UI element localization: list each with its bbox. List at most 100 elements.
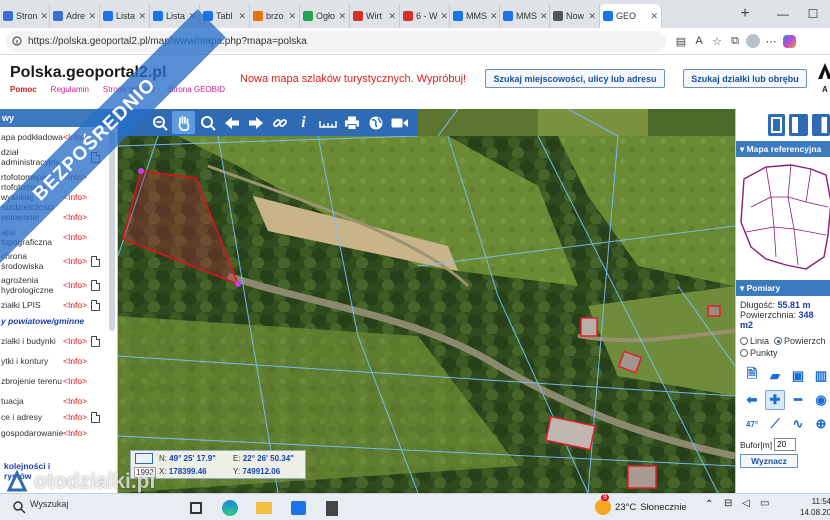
layer-info-link[interactable]: <Info> <box>63 376 91 386</box>
legend-document-icon[interactable] <box>91 279 100 291</box>
layer-name[interactable]: zbrojenie terenu <box>1 376 63 386</box>
legend-document-icon[interactable] <box>91 335 100 347</box>
browser-tab[interactable]: 6 - W ✕ <box>400 4 450 28</box>
profile-avatar[interactable] <box>744 32 762 50</box>
file-explorer-icon[interactable] <box>254 498 274 518</box>
move-vertex-icon[interactable]: ◉ <box>811 390 830 410</box>
copilot-icon[interactable] <box>780 32 798 50</box>
polyline-icon[interactable]: ⟋ <box>765 414 785 434</box>
new-tab-button[interactable]: + <box>733 2 757 26</box>
promo-text[interactable]: Nowa mapa szlaków turystycznych. Wypróbu… <box>240 73 466 85</box>
save-icon[interactable]: ▣ <box>788 366 808 386</box>
layer-info-link[interactable]: <Info> <box>63 256 91 266</box>
buffer-icon[interactable]: ⊕ <box>811 414 830 434</box>
buffer-input[interactable] <box>774 438 797 451</box>
layer-info-link[interactable]: <Info> <box>63 300 91 310</box>
layer-name[interactable]: agrożenia hydrologiczne <box>1 275 63 295</box>
layer-info-link[interactable]: <Info> <box>63 212 91 222</box>
legend-document-icon[interactable] <box>91 411 100 423</box>
browser-tab[interactable]: Now ✕ <box>550 4 600 28</box>
link-icon[interactable] <box>268 111 291 134</box>
browser-tab[interactable]: Lista✕ <box>100 4 150 28</box>
tab-close-icon[interactable]: ✕ <box>588 11 596 22</box>
tab-close-icon[interactable]: ✕ <box>138 11 146 22</box>
tab-close-icon[interactable]: ✕ <box>338 11 346 22</box>
browser-tab[interactable]: Adre ✕ <box>50 4 100 28</box>
orthophoto[interactable] <box>118 136 735 493</box>
tab-close-icon[interactable]: ✕ <box>88 11 96 22</box>
info-icon[interactable]: i <box>292 111 315 134</box>
open-folder-icon[interactable]: ▰ <box>765 366 785 386</box>
store-icon[interactable] <box>288 498 308 518</box>
layer-row[interactable]: ytki i kontury <Info> <box>0 353 117 369</box>
add-vertex-icon[interactable]: ✚ <box>765 390 785 410</box>
layer-name[interactable]: chrona środowiska <box>1 251 63 271</box>
pan-hand-icon[interactable] <box>172 111 195 134</box>
layout-split-icon[interactable] <box>789 114 808 136</box>
layer-name[interactable]: ytki i kontury <box>1 356 63 366</box>
maximize-icon[interactable]: ☐ <box>796 0 830 28</box>
search-icon[interactable] <box>12 500 26 514</box>
tab-close-icon[interactable]: ✕ <box>238 11 246 22</box>
layer-row[interactable]: chrona środowiska <Info> <box>0 249 117 273</box>
layer-name[interactable]: apa podkładowa <box>1 132 63 142</box>
tray-chevron-icon[interactable]: ⌃ <box>705 499 713 510</box>
print-icon[interactable] <box>340 111 363 134</box>
notepad-icon[interactable] <box>322 498 342 518</box>
mode-line-radio[interactable] <box>740 337 748 345</box>
layers-scrollbar[interactable] <box>109 131 115 331</box>
layer-row[interactable]: zbrojenie terenu <Info> <box>0 369 117 393</box>
compute-button[interactable]: Wyznacz <box>740 454 798 468</box>
help-link[interactable]: Pomoc <box>10 85 37 94</box>
layer-info-link[interactable]: <Info> <box>63 356 91 366</box>
search-parcel-button[interactable]: Szukaj działki lub obrębu <box>683 69 807 88</box>
browser-tab[interactable]: brzo ✕ <box>250 4 300 28</box>
layer-row[interactable]: ce i adresy <Info> <box>0 409 117 425</box>
measure-ruler-icon[interactable] <box>316 111 339 134</box>
tab-close-icon[interactable]: ✕ <box>388 11 396 22</box>
layer-info-link[interactable]: <Info> <box>63 396 91 406</box>
tab-close-icon[interactable]: ✕ <box>288 11 296 22</box>
zoom-in-icon[interactable] <box>196 111 219 134</box>
reference-map[interactable] <box>736 157 830 280</box>
mode-area-radio[interactable] <box>774 337 783 345</box>
arrow-left-icon[interactable] <box>220 111 243 134</box>
tab-close-icon[interactable]: ✕ <box>490 11 498 22</box>
video-camera-icon[interactable] <box>388 111 411 134</box>
edge-browser-icon[interactable] <box>220 498 240 518</box>
new-file-icon[interactable]: 🗎 <box>742 366 762 386</box>
globe-icon[interactable] <box>364 111 387 134</box>
undo-arrow-icon[interactable]: ⬅ <box>742 390 762 410</box>
clock[interactable]: 11:54 14.08.20 <box>800 496 830 518</box>
url-field[interactable]: https://polska.geoportal2.pl/map/www/map… <box>6 30 666 52</box>
legend-document-icon[interactable] <box>91 299 100 311</box>
rules-link[interactable]: Regulamin <box>51 85 89 94</box>
favorite-star-icon[interactable]: ☆ <box>708 32 726 50</box>
legend-document-icon[interactable] <box>91 255 100 267</box>
layer-row[interactable]: gospodarowanie <Info> <box>0 425 117 441</box>
angle-icon[interactable]: 47° <box>742 414 762 434</box>
zoom-out-icon[interactable] <box>148 111 171 134</box>
layer-name[interactable]: ziałki i budynki <box>1 336 63 346</box>
more-menu-icon[interactable]: ⋯ <box>762 32 780 50</box>
browser-tab[interactable]: Ogło ✕ <box>300 4 350 28</box>
layer-row[interactable]: ziałki LPIS <Info> <box>0 297 117 313</box>
arrow-right-icon[interactable] <box>244 111 267 134</box>
browser-tab[interactable]: MMS ✕ <box>450 4 500 28</box>
map-view[interactable] <box>118 136 735 493</box>
tab-close-icon[interactable]: ✕ <box>441 11 449 22</box>
measure-header[interactable]: ▾ Pomiary <box>736 280 830 296</box>
browser-tab[interactable]: Wirt ✕ <box>350 4 400 28</box>
collections-icon[interactable]: ⧉ <box>726 32 744 50</box>
task-view-icon[interactable] <box>186 498 206 518</box>
taskbar-search[interactable]: Wyszukaj <box>30 499 68 509</box>
layer-row[interactable]: y powiatowe/gminne <box>0 313 117 329</box>
layout-full-icon[interactable] <box>768 114 786 136</box>
layer-row[interactable]: tuacja <Info> <box>0 393 117 409</box>
reference-map-header[interactable]: ▾ Mapa referencyjna <box>736 141 830 157</box>
layer-row[interactable]: agrożenia hydrologiczne <Info> <box>0 273 117 297</box>
mode-points-label[interactable]: Punkty <box>750 348 778 358</box>
delete-icon[interactable]: ▥ <box>811 366 830 386</box>
tab-close-icon[interactable]: ✕ <box>650 11 658 22</box>
browser-tab[interactable]: MMS ✕ <box>500 4 550 28</box>
